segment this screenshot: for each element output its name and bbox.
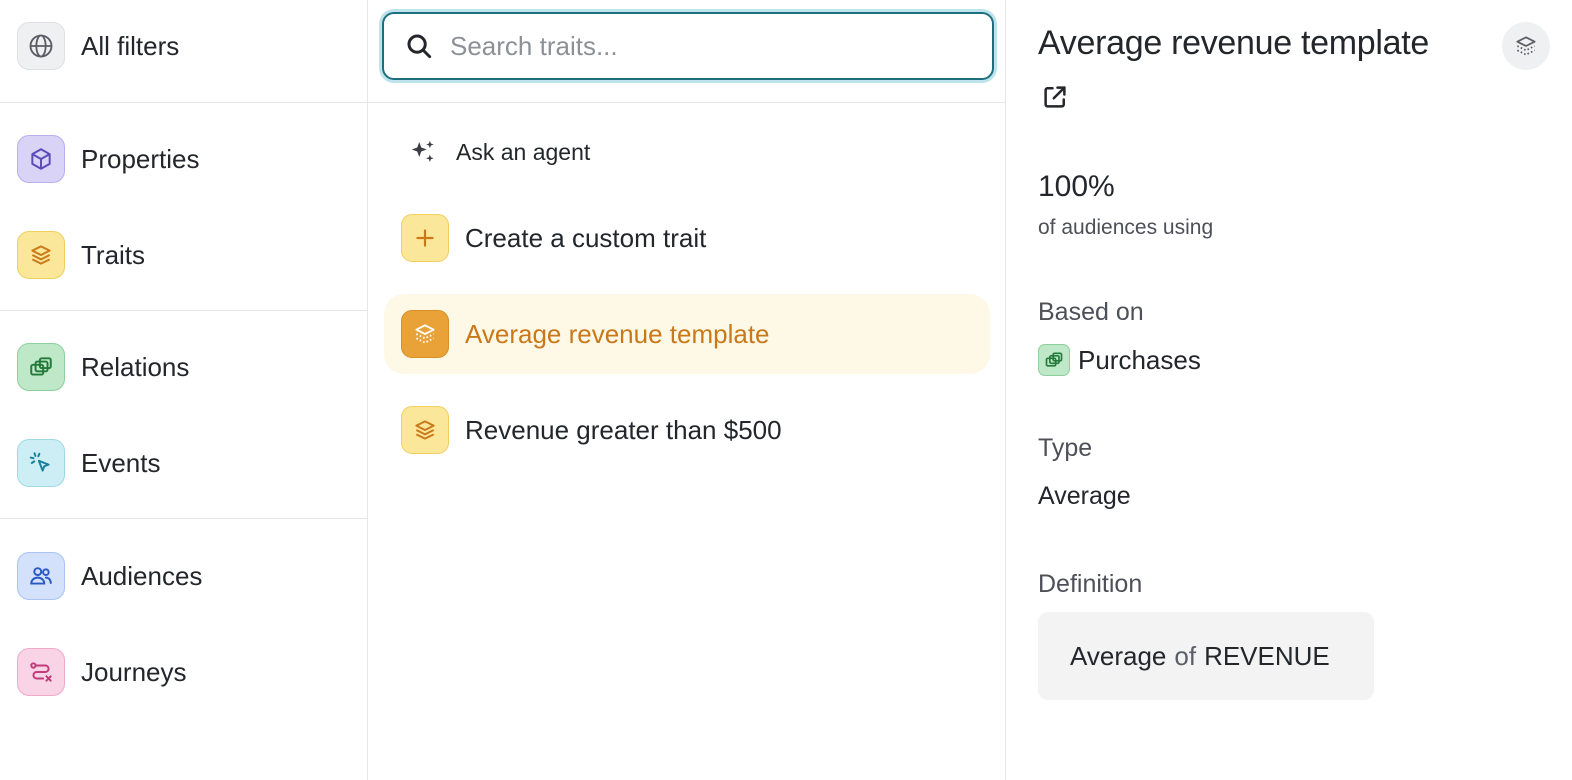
trait-item-revenue-greater-than-500[interactable]: Revenue greater than $500 xyxy=(384,390,990,470)
filter-audiences[interactable]: Audiences xyxy=(17,552,347,600)
filter-events-label: Events xyxy=(81,447,161,478)
filter-journeys[interactable]: Journeys xyxy=(17,648,347,696)
filter-relations[interactable]: Relations xyxy=(17,343,347,391)
layers-icon xyxy=(17,231,65,279)
filter-traits-label: Traits xyxy=(81,239,146,270)
filter-properties-label: Properties xyxy=(81,143,200,174)
definition-function: Average xyxy=(1070,640,1167,671)
relations-icon xyxy=(17,343,65,391)
users-icon xyxy=(17,552,65,600)
search-icon xyxy=(407,34,432,59)
plus-icon xyxy=(401,214,449,262)
divider xyxy=(368,102,1006,103)
filter-audiences-label: Audiences xyxy=(81,560,203,591)
based-on-value: Purchases xyxy=(1038,344,1201,376)
external-link-icon[interactable] xyxy=(1040,82,1070,117)
create-custom-trait-item[interactable]: Create a custom trait xyxy=(384,198,990,278)
ask-agent-label: Ask an agent xyxy=(456,138,591,165)
filter-all-label: All filters xyxy=(81,30,180,61)
trait-item-average-revenue-template[interactable]: Average revenue template xyxy=(384,294,990,374)
relations-icon xyxy=(1038,344,1070,376)
divider xyxy=(0,310,368,311)
route-icon xyxy=(17,648,65,696)
trait-list-panel: Ask an agent Create a custom trait Avera… xyxy=(368,0,1006,780)
filter-all[interactable]: All filters xyxy=(17,22,347,70)
sparkle-icon xyxy=(411,140,434,162)
cursor-click-icon xyxy=(17,439,65,487)
usage-percent: 100% xyxy=(1038,170,1115,203)
filter-traits[interactable]: Traits xyxy=(17,231,347,279)
detail-title: Average revenue template xyxy=(1038,24,1429,62)
trait-item-label: Average revenue template xyxy=(465,318,770,349)
trait-detail-panel: Average revenue template 100% of audienc… xyxy=(1006,0,1572,780)
search-box[interactable] xyxy=(382,12,994,80)
globe-icon xyxy=(17,22,65,70)
usage-label: of audiences using xyxy=(1038,216,1214,239)
trait-picker: All filters Properties Traits Relations … xyxy=(0,0,1572,780)
type-label: Type xyxy=(1038,434,1093,462)
cube-icon xyxy=(17,135,65,183)
filter-sidebar: All filters Properties Traits Relations … xyxy=(0,0,368,780)
divider xyxy=(0,518,368,519)
based-on-model: Purchases xyxy=(1078,344,1201,375)
based-on-label: Based on xyxy=(1038,298,1144,326)
template-icon xyxy=(401,310,449,358)
definition-column: REVENUE xyxy=(1204,640,1330,671)
trait-item-label: Revenue greater than $500 xyxy=(465,414,782,445)
search-input[interactable] xyxy=(450,30,970,62)
filter-relations-label: Relations xyxy=(81,351,190,382)
definition-box: Average of REVENUE xyxy=(1038,612,1374,700)
definition-label: Definition xyxy=(1038,570,1143,598)
divider xyxy=(0,102,368,103)
template-icon xyxy=(1516,36,1536,56)
filter-properties[interactable]: Properties xyxy=(17,135,347,183)
template-badge-button[interactable] xyxy=(1502,22,1550,70)
ask-agent-button[interactable]: Ask an agent xyxy=(408,132,590,172)
type-value: Average xyxy=(1038,482,1131,510)
layers-icon xyxy=(401,406,449,454)
definition-connector: of xyxy=(1174,640,1197,671)
trait-item-label: Create a custom trait xyxy=(465,222,707,253)
filter-journeys-label: Journeys xyxy=(81,656,187,687)
filter-events[interactable]: Events xyxy=(17,439,347,487)
